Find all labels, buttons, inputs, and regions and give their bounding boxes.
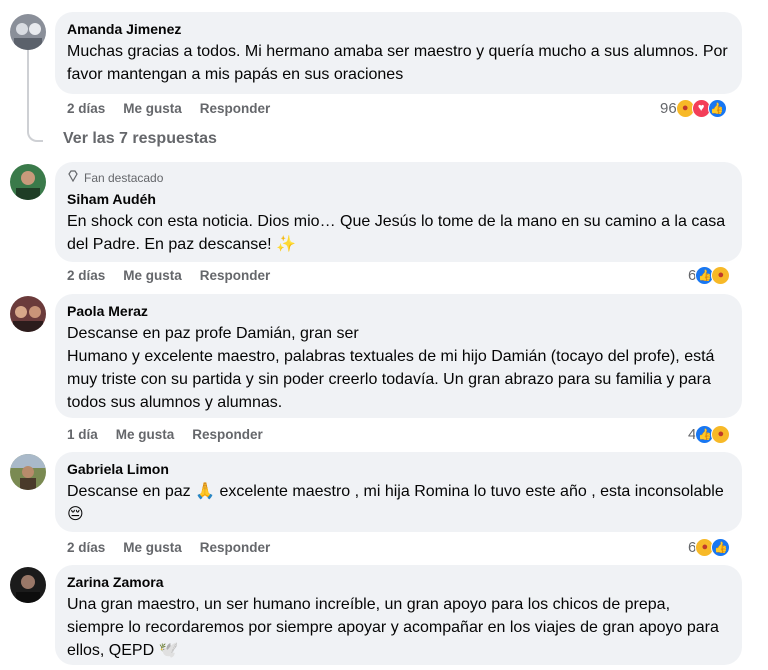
diamond-icon [67, 170, 79, 186]
avatar[interactable] [10, 296, 46, 332]
reaction-count: 96 [660, 99, 677, 117]
badge-label: Fan destacado [84, 171, 164, 185]
like-button[interactable]: Me gusta [123, 540, 182, 555]
like-button[interactable]: Me gusta [123, 101, 182, 116]
reaction-summary[interactable]: 6 ● 👍 [688, 536, 731, 558]
comment-bubble: Zarina Zamora Una gran maestro, un ser h… [55, 565, 742, 665]
reaction-summary[interactable]: 6 👍 ● [688, 264, 731, 286]
like-icon: 👍 [707, 98, 727, 118]
like-button[interactable]: Me gusta [123, 268, 182, 283]
comment-time[interactable]: 1 día [67, 427, 98, 442]
comment-time[interactable]: 2 días [67, 268, 105, 283]
comment-time[interactable]: 2 días [67, 540, 105, 555]
comment-text: Descanse en paz profe Damián, gran ser H… [67, 325, 715, 411]
thread-line [27, 50, 43, 142]
comment-text: Muchas gracias a todos. Mi hermano amaba… [67, 43, 728, 83]
reply-button[interactable]: Responder [192, 427, 263, 442]
reply-button[interactable]: Responder [200, 101, 271, 116]
care-icon: ● [711, 265, 731, 285]
reply-button[interactable]: Responder [200, 268, 271, 283]
comment-actions: 1 día Me gusta Responder [67, 424, 263, 444]
comment-bubble: Amanda Jimenez Muchas gracias a todos. M… [55, 12, 742, 94]
comment-actions: 2 días Me gusta Responder [67, 265, 270, 285]
comment-time[interactable]: 2 días [67, 101, 105, 116]
comment-actions: 2 días Me gusta Responder [67, 537, 270, 557]
comment-actions: 2 días Me gusta Responder [67, 98, 270, 118]
reply-button[interactable]: Responder [200, 540, 271, 555]
avatar[interactable] [10, 454, 46, 490]
avatar[interactable] [10, 164, 46, 200]
comment-author[interactable]: Siham Audéh [67, 190, 730, 208]
view-replies-link[interactable]: Ver las 7 respuestas [63, 130, 217, 148]
comment-author[interactable]: Paola Meraz [67, 302, 730, 320]
comment-text: Una gran maestro, un ser humano increíbl… [67, 596, 719, 659]
comment-text: Descanse en paz 🙏 excelente maestro , mi… [67, 483, 724, 523]
top-fan-badge: Fan destacado [67, 170, 730, 186]
avatar[interactable] [10, 567, 46, 603]
comment-author[interactable]: Gabriela Limon [67, 460, 730, 478]
comment-bubble: Fan destacado Siham Audéh En shock con e… [55, 162, 742, 262]
comment-author[interactable]: Zarina Zamora [67, 573, 730, 591]
like-button[interactable]: Me gusta [116, 427, 175, 442]
reaction-summary[interactable]: 96 ● ♥ 👍 [660, 97, 727, 119]
like-icon: 👍 [711, 537, 731, 557]
comment-bubble: Paola Meraz Descanse en paz profe Damián… [55, 294, 742, 418]
comment-author[interactable]: Amanda Jimenez [67, 20, 730, 38]
reaction-summary[interactable]: 4 👍 ● [688, 423, 731, 445]
comment-bubble: Gabriela Limon Descanse en paz 🙏 excelen… [55, 452, 742, 532]
care-icon: ● [711, 424, 731, 444]
avatar[interactable] [10, 14, 46, 50]
comment-text: En shock con esta noticia. Dios mio… Que… [67, 213, 726, 253]
